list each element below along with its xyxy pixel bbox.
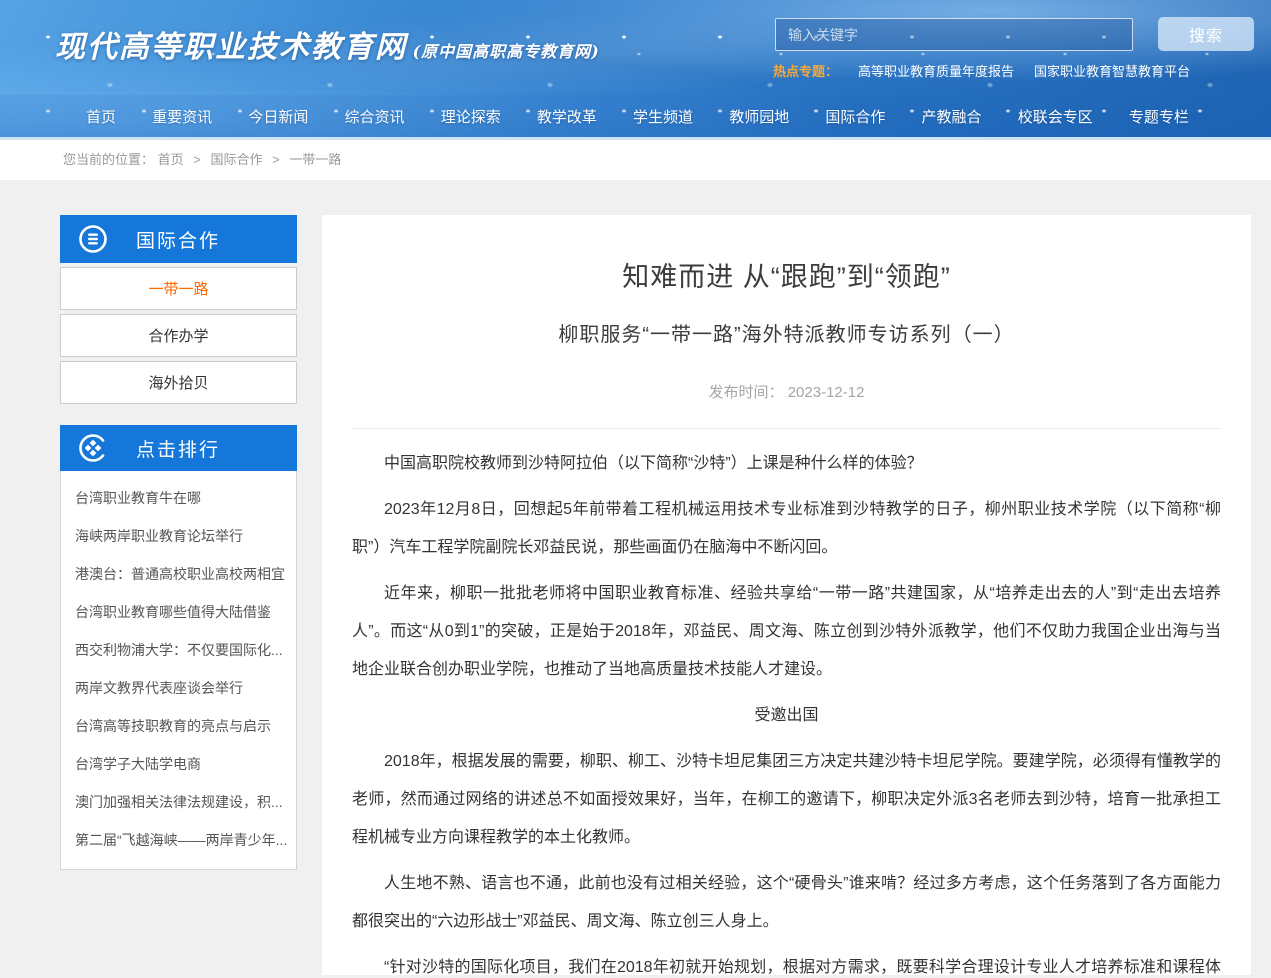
nav-item-theory[interactable]: 理论探索 xyxy=(441,106,501,127)
site-logo-main: 现代高等职业技术教育网 xyxy=(55,30,407,65)
hot-topic-link[interactable]: 国家职业教育智慧教育平台 xyxy=(1034,61,1190,80)
article-paragraph: 近年来，柳职一批批老师将中国职业教育标准、经验共享给“一带一路”共建国家，从“培… xyxy=(352,575,1221,689)
ranking-item[interactable]: 台湾职业教育牛在哪 xyxy=(61,479,296,517)
article-subtitle: 柳职服务“一带一路”海外特派教师专访系列（一） xyxy=(352,318,1221,347)
sidebar-item-overseas-gleanings[interactable]: 海外拾贝 xyxy=(60,361,297,404)
search-button[interactable]: 搜索 xyxy=(1158,17,1254,51)
main-nav: 首页 重要资讯 今日新闻 综合资讯 理论探索 教学改革 学生频道 教师园地 国际… xyxy=(0,95,1271,137)
article-divider xyxy=(352,428,1221,429)
article-title: 知难而进 从“跟跑”到“领跑” xyxy=(352,255,1221,294)
ranking-list: 台湾职业教育牛在哪 海峡两岸职业教育论坛举行 港澳台：普通高校职业高校两相宜 台… xyxy=(60,471,297,870)
list-circle-icon xyxy=(78,224,108,254)
ranking-item[interactable]: 港澳台：普通高校职业高校两相宜 xyxy=(61,555,296,593)
category-title: 国际合作 xyxy=(136,226,220,253)
article-paragraph: 中国高职院校教师到沙特阿拉伯（以下简称“沙特”）上课是种什么样的体验？ xyxy=(352,445,1221,483)
nav-item-international[interactable]: 国际合作 xyxy=(825,106,885,127)
ranking-item[interactable]: 两岸文教界代表座谈会举行 xyxy=(61,669,296,707)
breadcrumb-item-home[interactable]: 首页 xyxy=(158,152,184,167)
article-paragraph: “针对沙特的国际化项目，我们在2018年初就开始规划，根据对方需求，既要科学合理… xyxy=(352,949,1221,975)
nav-item-special-topics[interactable]: 专题专栏 xyxy=(1129,106,1189,127)
nav-item-home[interactable]: 首页 xyxy=(86,106,116,127)
diamonds-circle-icon xyxy=(78,433,108,463)
ranking-title: 点击排行 xyxy=(136,435,220,462)
hot-topics-label: 热点专题： xyxy=(773,61,838,80)
nav-item-association-zone[interactable]: 校联会专区 xyxy=(1018,106,1093,127)
category-header: 国际合作 xyxy=(60,215,297,263)
sidebar-item-belt-and-road[interactable]: 一带一路 xyxy=(60,267,297,310)
publish-line: 发布时间： 2023-12-12 xyxy=(352,381,1221,402)
article-paragraph: 2018年，根据发展的需要，柳职、柳工、沙特卡坦尼集团三方决定共建沙特卡坦尼学院… xyxy=(352,743,1221,857)
breadcrumb-item-international[interactable]: 国际合作 xyxy=(211,152,263,167)
ranking-item[interactable]: 台湾学子大陆学电商 xyxy=(61,745,296,783)
site-logo-sub: (原中国高职高专教育网) xyxy=(413,42,600,61)
nav-item-students[interactable]: 学生频道 xyxy=(633,106,693,127)
breadcrumb-separator: > xyxy=(272,152,280,167)
breadcrumb-item-current: 一带一路 xyxy=(289,152,341,167)
sidebar-category-block: 国际合作 一带一路 合作办学 海外拾贝 xyxy=(60,215,297,404)
nav-item-teaching-reform[interactable]: 教学改革 xyxy=(537,106,597,127)
publish-label: 发布时间： xyxy=(709,384,784,401)
search-input[interactable] xyxy=(775,18,1133,51)
article-section-heading: 受邀出国 xyxy=(352,697,1221,735)
ranking-item[interactable]: 台湾高等技职教育的亮点与启示 xyxy=(61,707,296,745)
nav-item-industry-education[interactable]: 产教融合 xyxy=(922,106,982,127)
site-logo[interactable]: 现代高等职业技术教育网 (原中国高职高专教育网) xyxy=(55,22,600,66)
sidebar-item-cooperative-education[interactable]: 合作办学 xyxy=(60,314,297,357)
ranking-item[interactable]: 西交利物浦大学：不仅要国际化... xyxy=(61,631,296,669)
breadcrumb-label: 您当前的位置： xyxy=(63,152,154,167)
nav-item-important-news[interactable]: 重要资讯 xyxy=(152,106,212,127)
article-paragraph: 2023年12月8日，回想起5年前带着工程机械运用技术专业标准到沙特教学的日子，… xyxy=(352,491,1221,567)
article-paragraph: 人生地不熟、语言也不通，此前也没有过相关经验，这个“硬骨头”谁来啃？经过多方考虑… xyxy=(352,865,1221,941)
breadcrumb-separator: > xyxy=(193,152,201,167)
ranking-header: 点击排行 xyxy=(60,425,297,471)
ranking-item[interactable]: 台湾职业教育哪些值得大陆借鉴 xyxy=(61,593,296,631)
nav-item-comprehensive[interactable]: 综合资讯 xyxy=(345,106,405,127)
site-header: 现代高等职业技术教育网 (原中国高职高专教育网) 搜索 热点专题： 高等职业教育… xyxy=(0,0,1271,140)
publish-date: 2023-12-12 xyxy=(788,384,865,401)
page-body: 国际合作 一带一路 合作办学 海外拾贝 点击排行 xyxy=(0,180,1271,975)
ranking-item[interactable]: 海峡两岸职业教育论坛举行 xyxy=(61,517,296,555)
hot-topic-link[interactable]: 高等职业教育质量年度报告 xyxy=(858,61,1014,80)
sidebar-ranking-block: 点击排行 台湾职业教育牛在哪 海峡两岸职业教育论坛举行 港澳台：普通高校职业高校… xyxy=(60,425,297,870)
nav-item-today-news[interactable]: 今日新闻 xyxy=(248,106,308,127)
nav-item-teachers[interactable]: 教师园地 xyxy=(729,106,789,127)
breadcrumb: 您当前的位置： 首页 > 国际合作 > 一带一路 xyxy=(0,140,1271,180)
article: 知难而进 从“跟跑”到“领跑” 柳职服务“一带一路”海外特派教师专访系列（一） … xyxy=(322,215,1251,975)
hot-topics-bar: 热点专题： 高等职业教育质量年度报告 国家职业教育智慧教育平台 xyxy=(773,61,1190,80)
sidebar: 国际合作 一带一路 合作办学 海外拾贝 点击排行 xyxy=(60,215,297,870)
ranking-item[interactable]: 第二届“飞越海峡——两岸青少年... xyxy=(61,821,296,859)
ranking-item[interactable]: 澳门加强相关法律法规建设，积... xyxy=(61,783,296,821)
